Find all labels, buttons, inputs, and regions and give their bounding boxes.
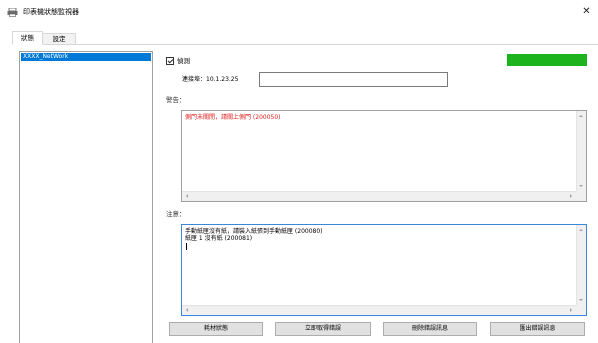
delete-errors-button[interactable]: 刪除錯誤訊息	[383, 322, 477, 336]
warning-textbox[interactable]: 側門未關閉，請關上側門 (200050)	[181, 110, 587, 202]
notice-vertical-scrollbar[interactable]	[576, 225, 586, 315]
export-errors-button[interactable]: 匯出錯誤訊息	[490, 322, 585, 336]
warning-horizontal-scrollbar[interactable]	[182, 191, 586, 201]
scroll-corner	[576, 305, 586, 315]
notice-label: 注意：	[166, 210, 186, 218]
warning-label: 警告：	[166, 96, 186, 104]
warning-message: 側門未關閉，請關上側門 (200050)	[185, 114, 281, 121]
scroll-left-icon[interactable]	[186, 194, 188, 198]
detect-checkbox[interactable]	[166, 57, 174, 65]
scroll-up-icon[interactable]	[579, 229, 583, 231]
scroll-right-icon[interactable]	[570, 308, 572, 312]
scroll-right-icon[interactable]	[570, 194, 572, 198]
printer-icon	[7, 8, 18, 17]
notice-textbox[interactable]: 手動紙匣沒有紙，請裝入紙張到手動紙匣 (200080) 紙匣 1 沒有紙 (20…	[181, 224, 587, 316]
connection-field[interactable]	[259, 72, 448, 87]
warning-vertical-scrollbar[interactable]	[576, 111, 586, 201]
scroll-down-icon[interactable]	[579, 299, 583, 301]
tab-settings[interactable]: 設定	[43, 33, 76, 45]
printer-list[interactable]: XXXX_NetWork	[19, 51, 153, 343]
scroll-down-icon[interactable]	[579, 185, 583, 187]
status-indicator	[507, 54, 587, 66]
window-title: 印表機狀態監視器	[23, 8, 79, 16]
tab-strip	[0, 24, 598, 45]
text-caret	[186, 243, 187, 250]
detect-label[interactable]: 偵測	[177, 57, 190, 66]
scroll-up-icon[interactable]	[579, 115, 583, 117]
close-icon[interactable]: ✕	[579, 4, 594, 20]
supplies-status-button[interactable]: 耗材狀態	[169, 322, 263, 336]
scroll-left-icon[interactable]	[186, 308, 188, 312]
tab-status[interactable]: 狀態	[12, 31, 43, 45]
notice-messages: 手動紙匣沒有紙，請裝入紙張到手動紙匣 (200080) 紙匣 1 沒有紙 (20…	[185, 228, 323, 242]
title-bar: 印表機狀態監視器 ✕	[0, 0, 598, 24]
printer-list-item[interactable]: XXXX_NetWork	[21, 53, 151, 61]
notice-horizontal-scrollbar[interactable]	[182, 305, 586, 315]
scroll-corner	[576, 191, 586, 201]
connection-port-label: 連接埠：10.1.23.25	[182, 76, 239, 83]
get-errors-button[interactable]: 立即取得錯誤	[275, 322, 371, 336]
